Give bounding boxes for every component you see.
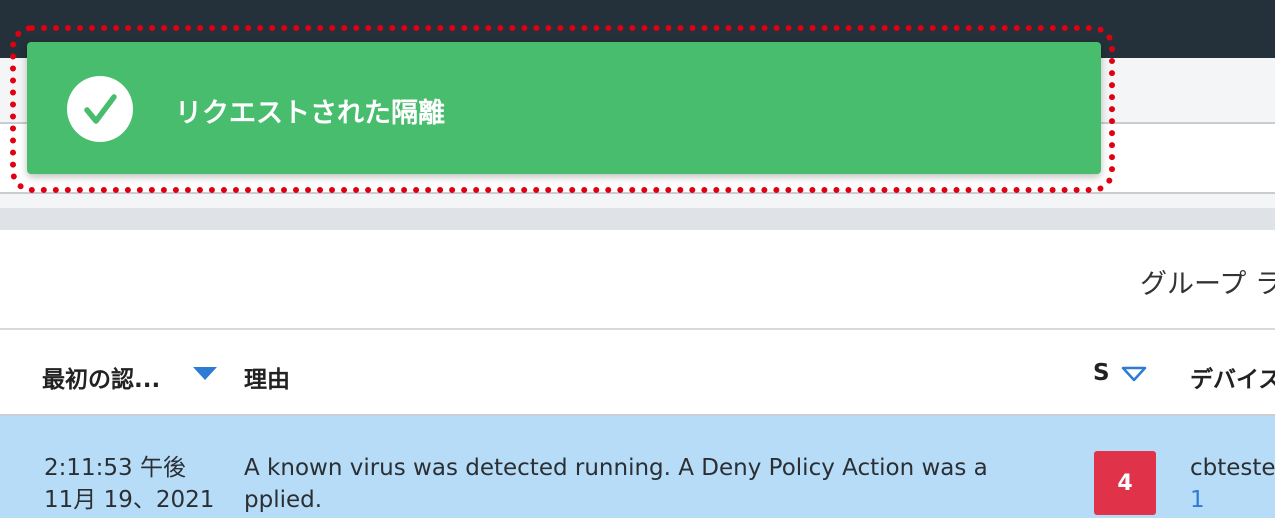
check-circle-icon: [67, 76, 133, 142]
group-controls: [0, 230, 1275, 330]
device-name-link[interactable]: cbteste: [1190, 452, 1275, 484]
success-toast: リクエストされた隔離: [27, 42, 1101, 174]
reason-cell: A known virus was detected running. A De…: [244, 452, 1064, 516]
severity-badge: 4: [1094, 451, 1156, 515]
column-header-reason[interactable]: 理由: [244, 360, 290, 394]
spacer: [0, 194, 1275, 208]
sort-desc-icon[interactable]: [193, 367, 217, 380]
first-seen-time: 2:11:53 午後: [44, 455, 186, 481]
column-header-first-seen[interactable]: 最初の認...: [42, 360, 160, 394]
first-seen-cell: 2:11:53 午後 11月 19、2021: [44, 452, 214, 516]
column-header-severity[interactable]: S: [1093, 360, 1110, 386]
reason-line-1: A known virus was detected running. A De…: [244, 455, 988, 481]
sort-desc-outline-icon[interactable]: [1121, 366, 1147, 382]
first-seen-date: 11月 19、2021: [44, 487, 215, 513]
group-by-label[interactable]: グループ ラ: [1140, 262, 1275, 301]
device-cell: cbteste 1: [1190, 452, 1275, 516]
toast-message: リクエストされた隔離: [175, 98, 445, 129]
reason-line-2: pplied.: [244, 487, 323, 513]
column-header-device[interactable]: デバイス: [1190, 360, 1275, 394]
table-header: [0, 330, 1275, 416]
section-divider: [0, 208, 1275, 230]
device-count-link[interactable]: 1: [1190, 484, 1275, 516]
